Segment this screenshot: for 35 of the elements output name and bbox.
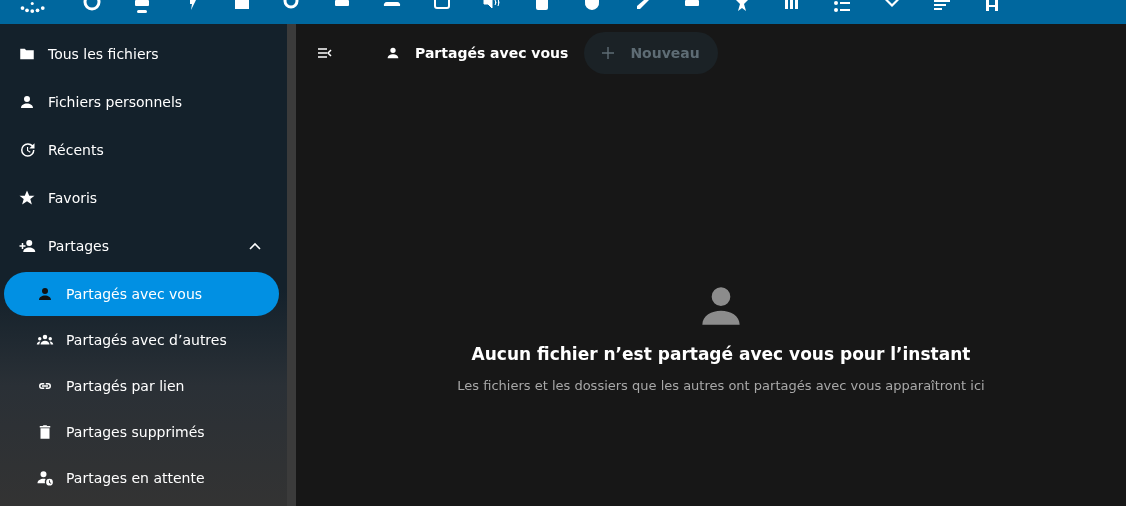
person-icon [385,45,401,61]
nav-item[interactable]: Fichiers personnels [0,78,287,126]
nav-item[interactable]: Partages en attente [4,456,279,500]
nav-item[interactable]: Récents [0,126,287,174]
nav-label: Tous les fichiers [48,46,160,62]
history-icon [18,141,36,159]
nav-item[interactable]: Partagés avec d’autres [4,318,279,362]
nav-label: Partages supprimés [66,424,206,440]
scrollbar[interactable] [287,24,296,506]
app-icon[interactable] [132,0,152,14]
menu-icon[interactable] [317,47,333,59]
breadcrumb[interactable]: Partagés avec vous [385,45,569,61]
nav-label: Partages [48,238,110,254]
nav-label: Partagés avec vous [66,286,204,302]
star-icon [18,189,36,207]
nav-label: Partagés par lien [66,378,186,394]
chevron-icon[interactable] [249,242,261,250]
nav-item[interactable]: Partages supprimés [4,410,279,454]
nav-label: Favoris [48,190,99,206]
nav-item[interactable]: Partages [0,222,287,270]
person-icon [36,285,54,303]
app-icon[interactable] [832,0,852,14]
person-icon [18,93,36,111]
empty-description: Les fichiers et les dossiers que les autres ont partagés avec vous apparaîtront ici [457,378,985,393]
person-clock-icon [36,469,54,487]
plus-icon [602,47,615,59]
nav-label: Partagés avec d’autres [66,332,228,348]
nav-item[interactable]: Partagés par lien [4,364,279,408]
nav-item[interactable]: Tous les fichiers [0,30,287,78]
nav-item[interactable]: Favoris [0,174,287,222]
person-add-icon [18,237,36,255]
nav-label: Partages en attente [66,470,206,486]
empty-title: Aucun fichier n’est partagé avec vous pour l’instant [471,344,971,364]
nav-label: Récents [48,142,105,158]
nav-label: Fichiers personnels [48,94,184,110]
